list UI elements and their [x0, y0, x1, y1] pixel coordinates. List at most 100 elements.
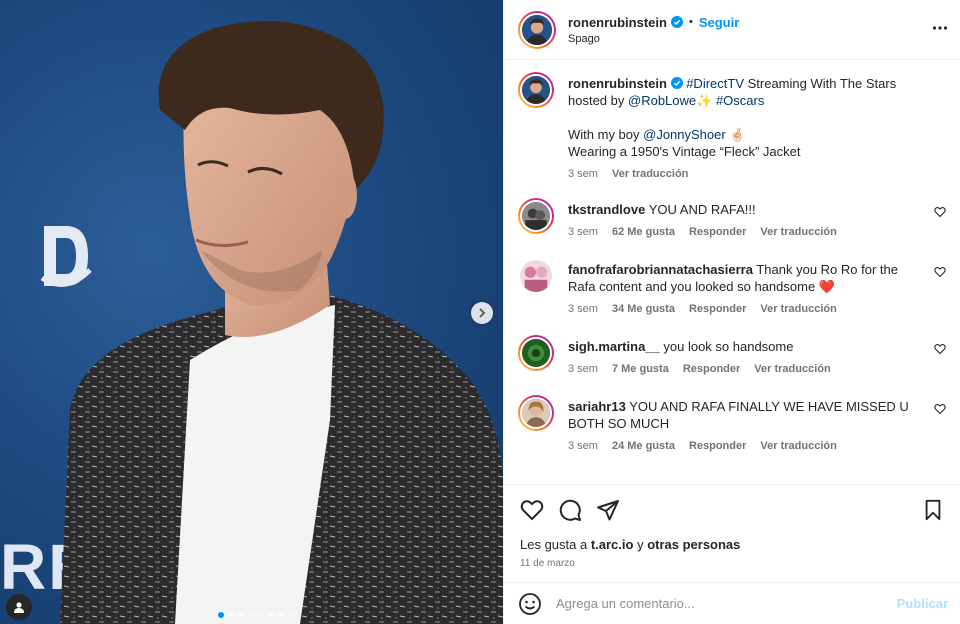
commenter-avatar[interactable]	[518, 198, 554, 234]
likes-others[interactable]: otras personas	[647, 537, 740, 552]
caption-fragment: With my boy	[568, 127, 644, 142]
commenter-avatar[interactable]	[518, 335, 554, 371]
comment-username[interactable]: sigh.martina__	[568, 339, 660, 354]
carousel-dot	[258, 612, 264, 618]
hashtag-link[interactable]: #DirectTV	[686, 76, 744, 91]
post-header: ronenrubinstein • Seguir Spago	[504, 0, 960, 60]
sparkles-emoji: ✨	[696, 93, 716, 108]
user-tag-icon	[14, 602, 24, 613]
comment-text: YOU AND RAFA!!!	[648, 202, 756, 217]
comment-likes[interactable]: 7 Me gusta	[612, 363, 669, 375]
emoji-icon[interactable]	[518, 592, 542, 616]
carousel-next-button[interactable]	[471, 302, 493, 324]
comment-likes[interactable]: 24 Me gusta	[612, 440, 675, 452]
carousel-dot	[248, 612, 254, 618]
post-actions: Les gusta a t.arc.io y otras personas 11…	[504, 484, 960, 582]
caption-text: ronenrubinstein #DirectTV Streaming With…	[568, 75, 928, 109]
verified-badge-icon	[670, 77, 683, 89]
comment-input[interactable]	[556, 596, 897, 611]
comment-username[interactable]: tkstrandlove	[568, 202, 645, 217]
post-caption: ronenrubinstein #DirectTV Streaming With…	[518, 72, 946, 180]
fingers-crossed-emoji: 🤞🏻	[725, 127, 746, 142]
avatar-image	[522, 339, 550, 367]
comments-list[interactable]: ronenrubinstein #DirectTV Streaming With…	[504, 60, 960, 484]
reply-button[interactable]: Responder	[683, 363, 740, 375]
commenter-avatar[interactable]	[518, 395, 554, 431]
comment-likes[interactable]: 34 Me gusta	[612, 303, 675, 315]
separator-dot: •	[688, 16, 693, 28]
caption-text-line3: Wearing a 1950's Vintage “Fleck” Jacket	[568, 144, 801, 159]
send-icon[interactable]	[596, 498, 620, 522]
post-date[interactable]: 11 de marzo	[520, 558, 946, 569]
heart-icon[interactable]	[934, 403, 946, 415]
comment-meta: 3 sem 62 Me gusta Responder Ver traducci…	[568, 226, 928, 238]
comment-item: sariahr13 YOU AND RAFA FINALLY WE HAVE M…	[518, 395, 946, 452]
reply-button[interactable]: Responder	[689, 303, 746, 315]
translate-link[interactable]: Ver traducción	[612, 168, 688, 180]
heart-icon[interactable]	[520, 498, 544, 522]
avatar-image	[522, 202, 550, 230]
post-details-panel: ronenrubinstein • Seguir Spago ronenrubi…	[503, 0, 960, 624]
carousel-dot	[268, 612, 274, 618]
caption-meta: 3 sem Ver traducción	[568, 168, 928, 180]
carousel-indicator	[218, 612, 294, 618]
post-location[interactable]: Spago	[568, 33, 739, 45]
avatar-image	[522, 76, 550, 104]
hashtag-link[interactable]: #Oscars	[716, 93, 764, 108]
likes-user[interactable]: t.arc.io	[591, 537, 634, 552]
comment-likes[interactable]: 62 Me gusta	[612, 226, 675, 238]
comment-username[interactable]: sariahr13	[568, 399, 626, 414]
comment-time[interactable]: 3 sem	[568, 303, 598, 315]
likes-prefix: Les gusta a	[520, 537, 591, 552]
likes-summary[interactable]: Les gusta a t.arc.io y otras personas	[520, 537, 946, 552]
carousel-dot	[288, 612, 294, 618]
comment-icon[interactable]	[558, 498, 582, 522]
reply-button[interactable]: Responder	[689, 226, 746, 238]
follow-button[interactable]: Seguir	[699, 15, 739, 30]
user-tags-button[interactable]	[6, 594, 32, 620]
verified-badge-icon	[670, 16, 683, 28]
avatar-image	[522, 399, 550, 427]
publish-button[interactable]: Publicar	[897, 596, 948, 611]
comment-time[interactable]: 3 sem	[568, 363, 598, 375]
mention-link[interactable]: @RobLowe	[628, 93, 696, 108]
comment-time[interactable]: 3 sem	[568, 440, 598, 452]
comment-item: sigh.martina__ you look so handsome 3 se…	[518, 335, 946, 375]
comment-username[interactable]: fanofrafarobriannatachasierra	[568, 262, 753, 277]
caption-text-line2: With my boy @JonnyShoer 🤞🏻	[568, 126, 928, 143]
bookmark-icon[interactable]	[922, 499, 944, 521]
commenter-avatar[interactable]	[518, 258, 554, 294]
comment-meta: 3 sem 7 Me gusta Responder Ver traducció…	[568, 363, 928, 375]
carousel-dot	[238, 612, 244, 618]
comment-text: you look so handsome	[663, 339, 794, 354]
caption-avatar[interactable]	[518, 72, 554, 108]
reply-button[interactable]: Responder	[689, 440, 746, 452]
heart-icon[interactable]	[934, 266, 946, 278]
translate-link[interactable]: Ver traducción	[760, 440, 836, 452]
chevron-right-icon	[479, 308, 486, 318]
carousel-dot	[228, 612, 234, 618]
heart-icon[interactable]	[934, 206, 946, 218]
author-avatar[interactable]	[518, 10, 556, 49]
more-options-icon[interactable]	[932, 20, 948, 36]
translate-link[interactable]: Ver traducción	[760, 226, 836, 238]
likes-middle: y	[633, 537, 648, 552]
translate-link[interactable]: Ver traducción	[754, 363, 830, 375]
translate-link[interactable]: Ver traducción	[760, 303, 836, 315]
post-photo[interactable]: RE	[0, 0, 503, 624]
comment-item: tkstrandlove YOU AND RAFA!!! 3 sem 62 Me…	[518, 198, 946, 238]
comment-meta: 3 sem 34 Me gusta Responder Ver traducci…	[568, 303, 928, 315]
add-comment-bar: Publicar	[504, 582, 960, 624]
instagram-post: RE ronenrubinstein • Seguir Spago ronenr…	[0, 0, 960, 624]
avatar-image	[520, 260, 552, 292]
person-figure	[60, 20, 503, 624]
comment-time[interactable]: 3 sem	[568, 226, 598, 238]
carousel-dot	[218, 612, 224, 618]
carousel-dot	[278, 612, 284, 618]
mention-link[interactable]: @JonnyShoer	[643, 127, 726, 142]
heart-icon[interactable]	[934, 343, 946, 355]
author-username[interactable]: ronenrubinstein	[568, 15, 667, 30]
comment-meta: 3 sem 24 Me gusta Responder Ver traducci…	[568, 440, 928, 452]
caption-time[interactable]: 3 sem	[568, 168, 598, 180]
caption-username[interactable]: ronenrubinstein	[568, 76, 667, 91]
